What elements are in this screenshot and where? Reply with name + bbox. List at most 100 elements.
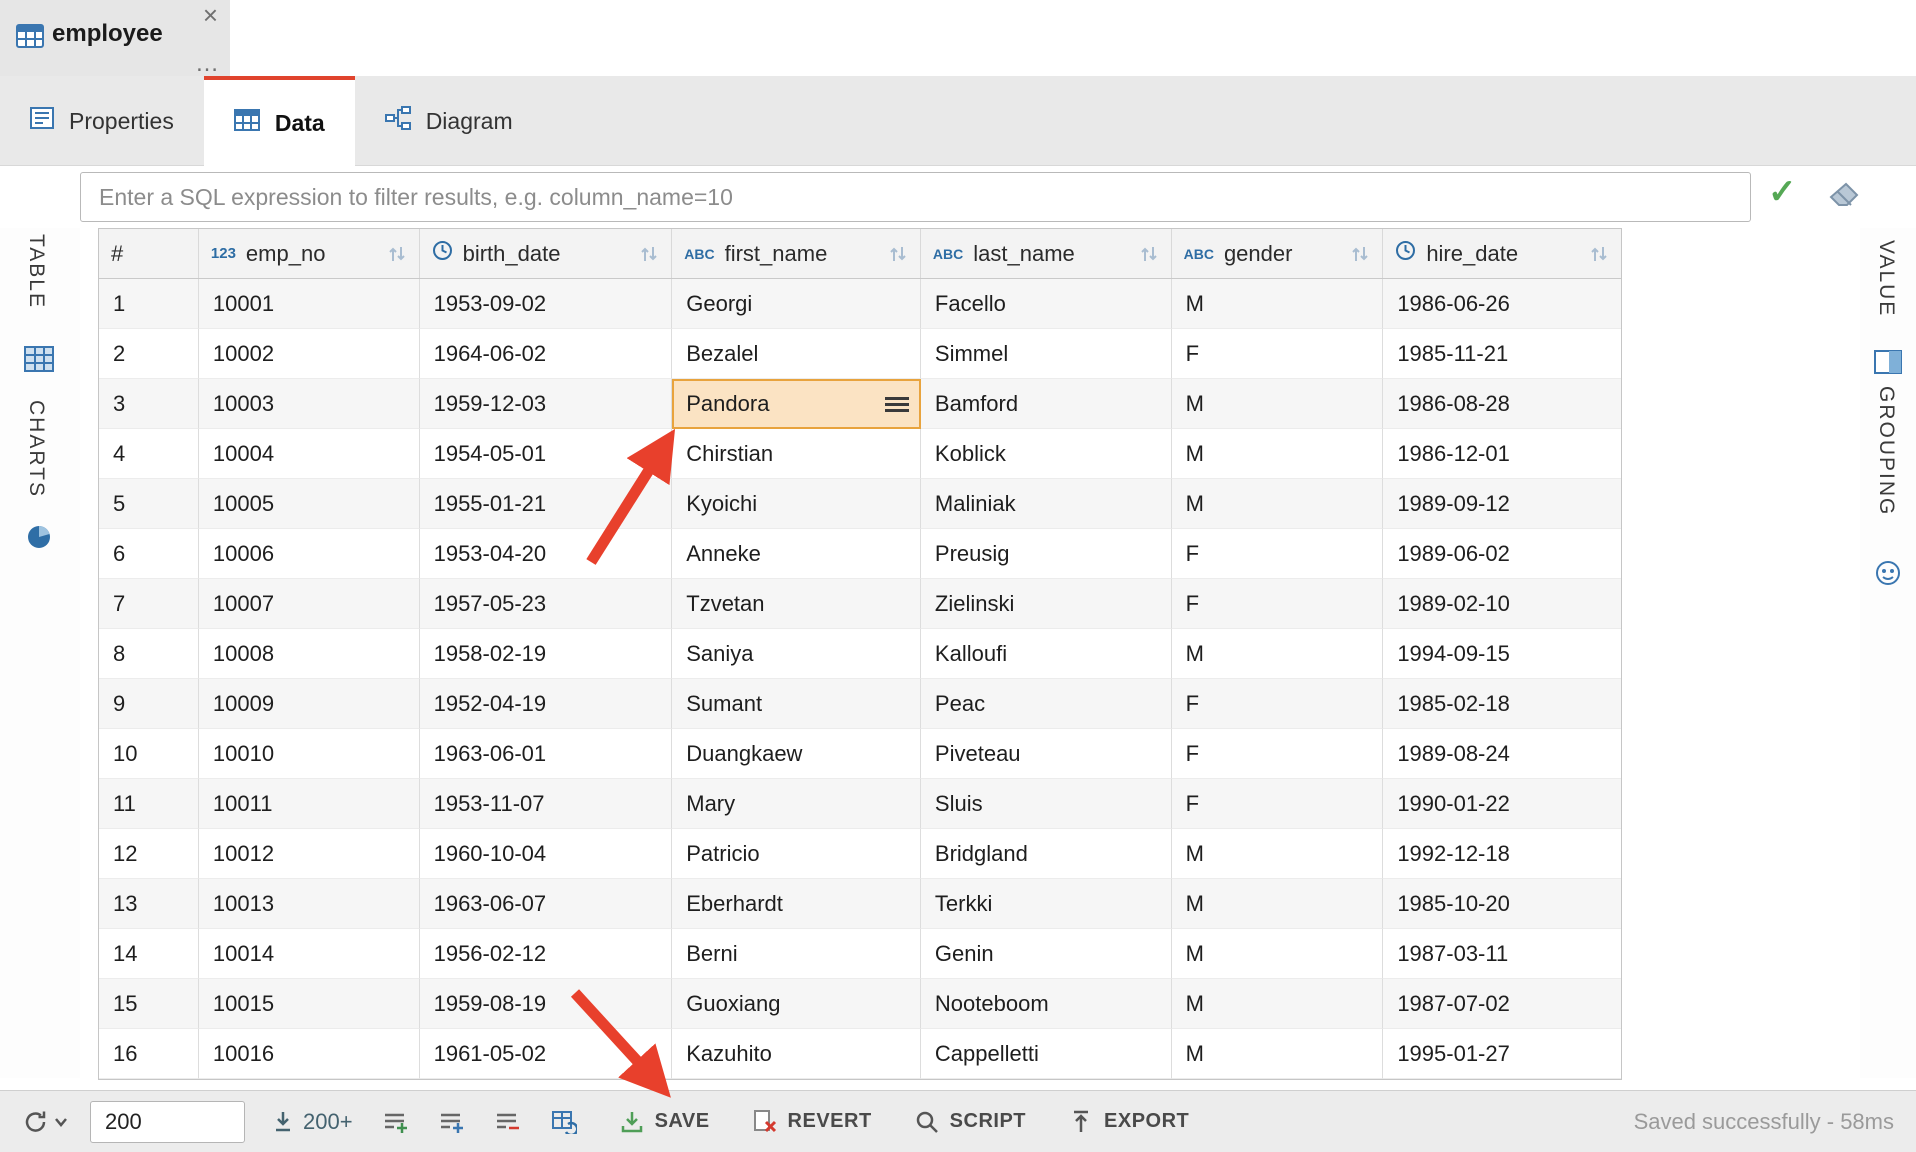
apply-filter-icon[interactable]: ✓ [1768,172,1797,212]
data-cell[interactable]: 1989-08-24 [1383,729,1621,779]
tab-overflow-icon[interactable]: … [195,52,220,76]
data-cell[interactable]: 10016 [199,1029,420,1079]
row-number-cell[interactable]: 1 [99,279,199,329]
sidebar-tab-table[interactable]: TABLE [24,234,48,309]
data-cell[interactable]: 10007 [199,579,420,629]
close-icon[interactable]: × [203,2,218,28]
sidebar-tab-charts[interactable]: CHARTS [24,400,48,498]
data-cell[interactable]: 1953-09-02 [420,279,673,329]
data-cell[interactable]: Kalloufi [921,629,1172,679]
data-cell[interactable]: 1987-07-02 [1383,979,1621,1029]
data-cell[interactable]: 10015 [199,979,420,1029]
data-cell[interactable]: Chirstian [672,429,921,479]
data-cell[interactable]: 10008 [199,629,420,679]
data-cell[interactable]: F [1172,729,1384,779]
data-cell[interactable]: Terkki [921,879,1172,929]
sidebar-tab-value[interactable]: VALUE [1874,240,1898,317]
data-cell[interactable]: Kyoichi [672,479,921,529]
column-header-rownum[interactable]: # [99,229,199,278]
data-cell[interactable]: 1952-04-19 [420,679,673,729]
data-cell[interactable]: Bridgland [921,829,1172,879]
sort-icon[interactable] [387,245,407,263]
data-cell[interactable]: 1986-12-01 [1383,429,1621,479]
data-cell[interactable]: M [1172,479,1384,529]
data-cell[interactable]: M [1172,429,1384,479]
row-number-cell[interactable]: 16 [99,1029,199,1079]
data-cell[interactable]: 1989-06-02 [1383,529,1621,579]
data-cell[interactable]: M [1172,979,1384,1029]
row-number-cell[interactable]: 14 [99,929,199,979]
data-cell[interactable]: M [1172,1029,1384,1079]
data-cell[interactable]: Saniya [672,629,921,679]
column-header-emp-no[interactable]: 123 emp_no [199,229,420,278]
row-number-cell[interactable]: 8 [99,629,199,679]
data-cell[interactable]: Bezalel [672,329,921,379]
data-cell[interactable]: 10004 [199,429,420,479]
row-number-cell[interactable]: 2 [99,329,199,379]
refresh-button[interactable] [22,1108,68,1136]
clear-filter-icon[interactable] [1828,180,1860,215]
tab-properties[interactable]: Properties [0,76,204,166]
row-number-cell[interactable]: 12 [99,829,199,879]
data-cell[interactable]: Guoxiang [672,979,921,1029]
sidebar-tab-grouping[interactable]: GROUPING [1874,386,1898,516]
sort-icon[interactable] [1350,245,1370,263]
data-cell[interactable]: 10011 [199,779,420,829]
row-number-cell[interactable]: 11 [99,779,199,829]
data-cell[interactable]: 1953-04-20 [420,529,673,579]
data-cell[interactable]: 10002 [199,329,420,379]
column-header-birth-date[interactable]: birth_date [420,229,673,278]
data-cell[interactable]: 10014 [199,929,420,979]
data-cell[interactable]: 1994-09-15 [1383,629,1621,679]
data-cell[interactable]: 1995-01-27 [1383,1029,1621,1079]
data-cell[interactable]: Georgi [672,279,921,329]
sort-icon[interactable] [888,245,908,263]
pie-chart-icon[interactable] [26,524,52,555]
fetch-all-button[interactable]: 200+ [271,1109,353,1135]
sort-icon[interactable] [639,245,659,263]
data-cell[interactable]: Zielinski [921,579,1172,629]
sql-filter-input[interactable] [80,172,1751,222]
data-cell[interactable]: 1986-06-26 [1383,279,1621,329]
data-cell[interactable]: Facello [921,279,1172,329]
data-cell[interactable]: 1986-08-28 [1383,379,1621,429]
refresh-grid-button[interactable] [551,1110,577,1134]
data-cell[interactable]: Tzvetan [672,579,921,629]
data-cell[interactable]: 1963-06-07 [420,879,673,929]
sort-icon[interactable] [1139,245,1159,263]
column-header-last-name[interactable]: ABC last_name [921,229,1172,278]
data-cell[interactable]: 10010 [199,729,420,779]
data-cell[interactable]: Pandora [672,379,921,429]
data-cell[interactable]: Koblick [921,429,1172,479]
data-cell[interactable]: 10001 [199,279,420,329]
data-cell[interactable]: 1985-11-21 [1383,329,1621,379]
column-header-first-name[interactable]: ABC first_name [672,229,921,278]
data-cell[interactable]: 1956-02-12 [420,929,673,979]
row-number-cell[interactable]: 9 [99,679,199,729]
data-cell[interactable]: Anneke [672,529,921,579]
data-cell[interactable]: Berni [672,929,921,979]
data-cell[interactable]: M [1172,279,1384,329]
row-number-cell[interactable]: 15 [99,979,199,1029]
data-cell[interactable]: 1953-11-07 [420,779,673,829]
value-panel-icon[interactable] [1874,350,1902,379]
data-cell[interactable]: M [1172,879,1384,929]
data-cell[interactable]: 1992-12-18 [1383,829,1621,879]
data-cell[interactable]: M [1172,379,1384,429]
data-cell[interactable]: 10003 [199,379,420,429]
add-row-button[interactable] [383,1110,409,1134]
data-cell[interactable]: 1960-10-04 [420,829,673,879]
column-header-hire-date[interactable]: hire_date [1383,229,1621,278]
data-cell[interactable]: 1987-03-11 [1383,929,1621,979]
revert-button[interactable]: REVERT [752,1109,872,1135]
data-cell[interactable]: 10006 [199,529,420,579]
data-cell[interactable]: M [1172,929,1384,979]
data-cell[interactable]: 1989-09-12 [1383,479,1621,529]
data-cell[interactable]: F [1172,579,1384,629]
data-cell[interactable]: 1989-02-10 [1383,579,1621,629]
data-cell[interactable]: 1963-06-01 [420,729,673,779]
column-header-gender[interactable]: ABC gender [1172,229,1384,278]
table-view-icon[interactable] [24,346,54,377]
data-cell[interactable]: 1955-01-21 [420,479,673,529]
data-cell[interactable]: Peac [921,679,1172,729]
